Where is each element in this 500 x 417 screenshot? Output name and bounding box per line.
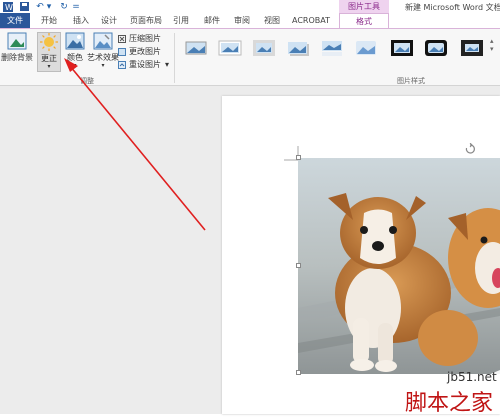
watermark-site: jb51.net <box>447 370 497 384</box>
watermark-brand: 脚本之家 <box>405 391 494 416</box>
annotation-arrow <box>64 58 206 231</box>
